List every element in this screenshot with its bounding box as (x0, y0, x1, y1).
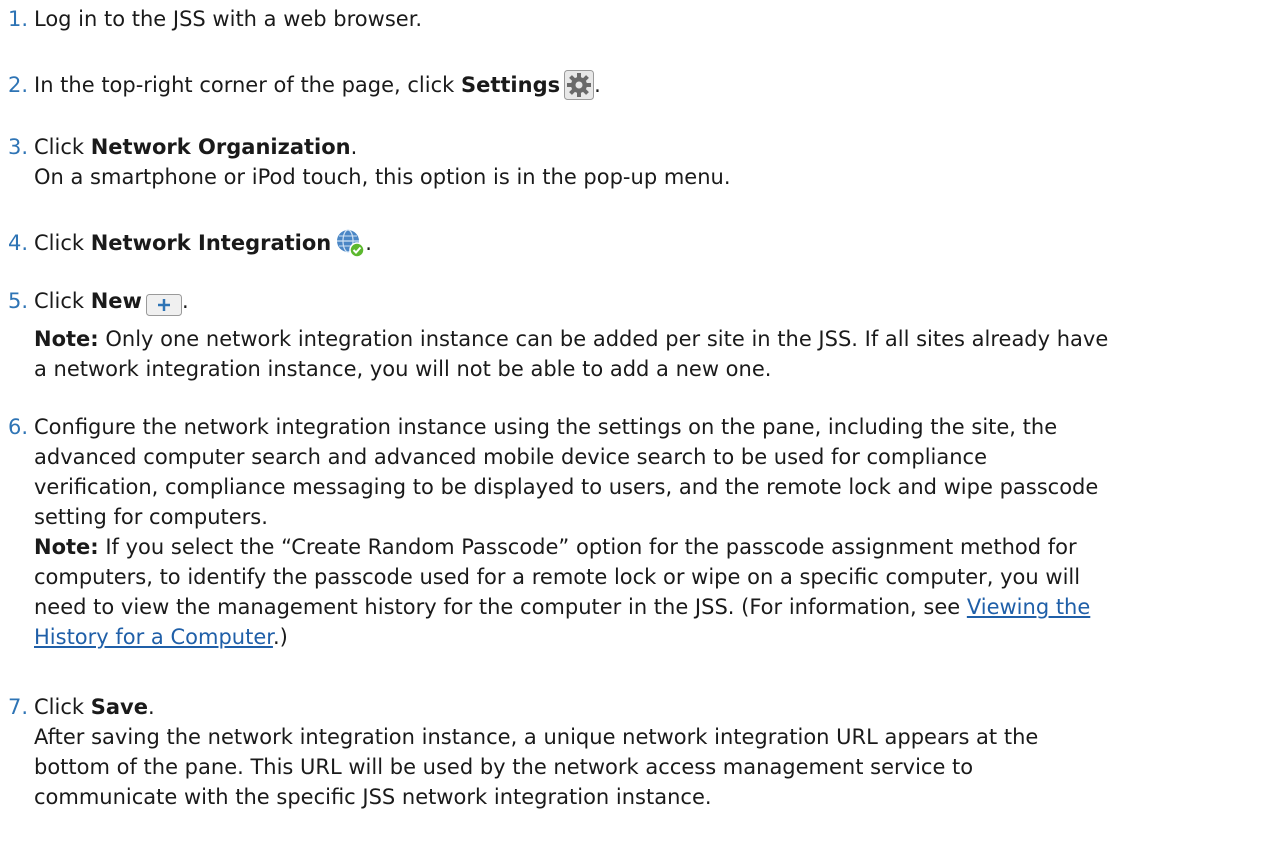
step-text: Log in to the JSS with a web browser. (34, 7, 423, 31)
network-integration-label: Network Integration (90, 231, 332, 255)
note-label: Note: (34, 535, 99, 559)
step-3: 3. Click Network Organization. On a smar… (8, 132, 1257, 192)
new-label: New (90, 289, 142, 313)
plus-button-icon (145, 294, 182, 324)
globe-check-icon (335, 228, 366, 266)
step-number: 7. (8, 695, 29, 719)
step-detail: On a smartphone or iPod touch, this opti… (34, 165, 731, 189)
step-2: 2. In the top-right corner of the page, … (8, 70, 1257, 108)
viewing-history-link[interactable]: Viewing the (967, 595, 1090, 619)
step-6: 6. Configure the network integration ins… (8, 412, 1257, 652)
step-number: 4. (8, 231, 29, 255)
document-page: { "steps": [ {"num": "1.", "t1": "Log in… (0, 0, 1273, 852)
viewing-history-link-cont[interactable]: History for a Computer (34, 625, 273, 649)
gear-icon (564, 70, 595, 108)
step-number: 6. (8, 415, 29, 439)
step-text: In the top-right corner of the page, cli… (34, 73, 461, 97)
step-number: 5. (8, 289, 29, 313)
step-5: 5. Click New. Note: Only one network int… (8, 286, 1257, 384)
note-label: Note: (34, 327, 99, 351)
step-1: 1. Log in to the JSS with a web browser. (8, 4, 1257, 34)
step-number: 2. (8, 73, 29, 97)
step-4: 4. Click Network Integration. (8, 228, 1257, 266)
save-label: Save (90, 695, 148, 719)
step-7: 7. Click Save. After saving the network … (8, 692, 1257, 812)
step-number: 1. (8, 7, 29, 31)
network-organization-label: Network Organization (90, 135, 351, 159)
step-number: 3. (8, 135, 29, 159)
settings-label: Settings (460, 73, 561, 97)
